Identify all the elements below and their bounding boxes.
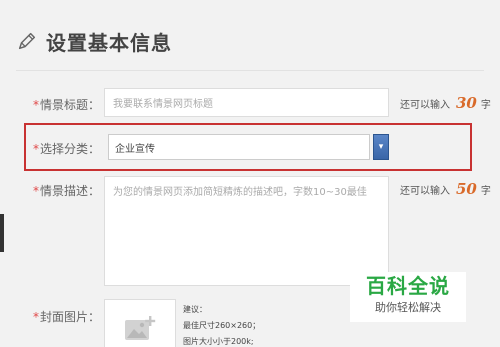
cover-size-note: 建议： 最佳尺寸260×260； 图片大小小于200k; bbox=[183, 305, 261, 346]
highlight-box bbox=[24, 123, 472, 171]
required-mark: * bbox=[33, 184, 39, 198]
description-textarea[interactable]: 为您的情景网页添加简短精炼的描述吧，字数10~30最佳 bbox=[104, 176, 389, 286]
add-image-icon bbox=[125, 316, 156, 340]
cover-label: *封面图片： bbox=[33, 310, 101, 324]
page-header: 设置基本信息 bbox=[16, 26, 172, 56]
title-char-hint: 还可以输入 30 字 bbox=[400, 94, 491, 112]
description-char-hint: 还可以输入 50 字 bbox=[400, 180, 491, 198]
side-tab[interactable] bbox=[0, 214, 4, 252]
required-mark: * bbox=[33, 98, 39, 112]
required-mark: * bbox=[33, 310, 39, 324]
cover-upload-button[interactable] bbox=[104, 299, 176, 347]
watermark-title: 百科全说 bbox=[366, 274, 450, 298]
watermark-subtitle: 助你轻松解决 bbox=[375, 301, 441, 314]
title-label: *情景标题： bbox=[33, 98, 101, 112]
watermark-logo: 百科全说 助你轻松解决 bbox=[350, 272, 466, 322]
description-label: *情景描述： bbox=[33, 184, 101, 198]
title-input[interactable]: 我要联系情景网页标题 bbox=[104, 88, 389, 117]
title-placeholder: 我要联系情景网页标题 bbox=[113, 99, 213, 110]
pencil-icon bbox=[18, 32, 36, 50]
header-divider bbox=[16, 70, 484, 71]
description-char-count: 50 bbox=[456, 180, 477, 198]
title-char-count: 30 bbox=[456, 94, 477, 112]
description-placeholder: 为您的情景网页添加简短精炼的描述吧，字数10~30最佳 bbox=[113, 187, 367, 198]
page-title: 设置基本信息 bbox=[46, 30, 172, 55]
